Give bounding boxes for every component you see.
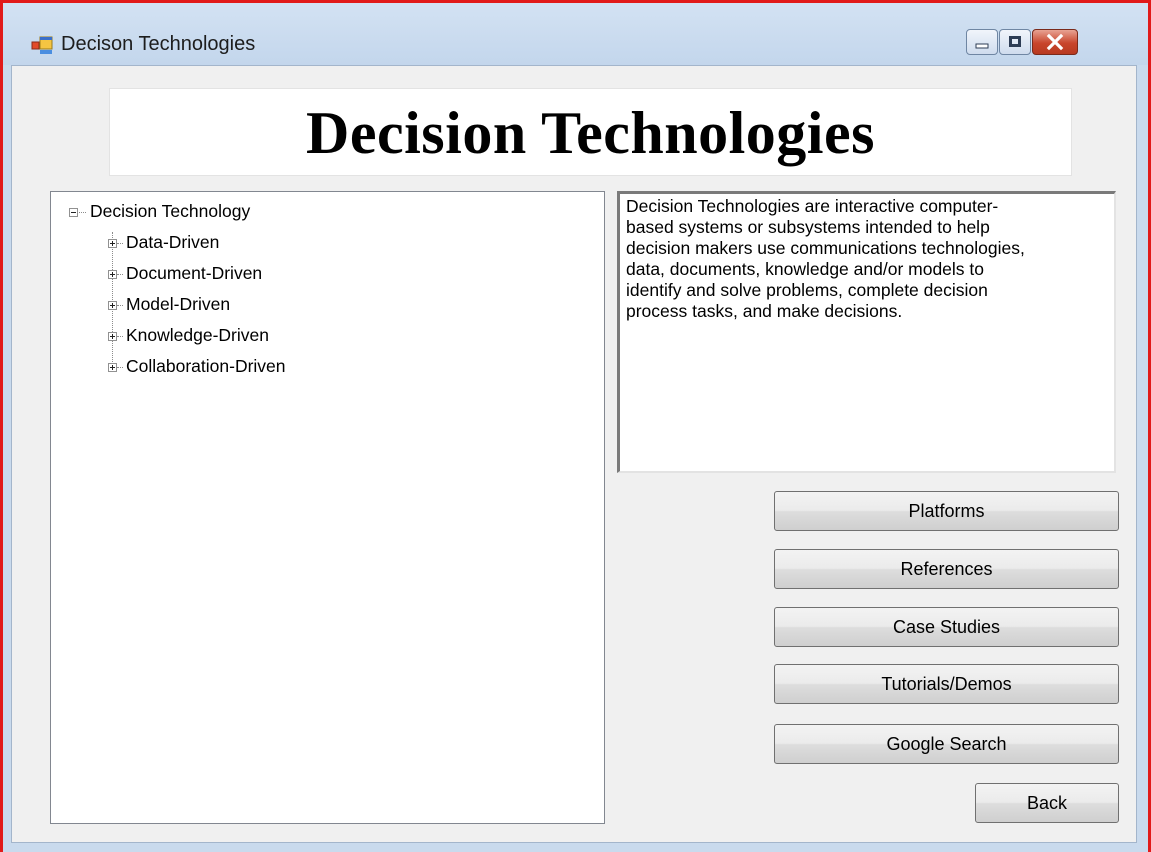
title-bar[interactable]: Decison Technologies bbox=[3, 3, 1148, 65]
form-client-area: Decision Technologies Decision Technolog… bbox=[11, 65, 1137, 843]
plus-box-icon-stem bbox=[112, 272, 113, 277]
expand-toggle-document-driven[interactable] bbox=[108, 270, 117, 279]
close-button[interactable] bbox=[1032, 29, 1078, 55]
maximize-icon bbox=[1009, 36, 1021, 47]
tutorials-demos-button[interactable]: Tutorials/Demos bbox=[774, 664, 1119, 704]
close-icon bbox=[1046, 33, 1064, 51]
window-title: Decison Technologies bbox=[61, 33, 256, 55]
tree-node-data-driven[interactable]: Data-Driven bbox=[126, 232, 219, 253]
tree-child-connector bbox=[117, 336, 123, 337]
description-line: data, documents, knowledge and/or models… bbox=[626, 259, 984, 279]
tree-child-connector bbox=[117, 367, 123, 368]
minus-box-icon bbox=[71, 212, 76, 213]
plus-box-icon-stem bbox=[112, 303, 113, 308]
app-window: Decison Technologies Decision Technologi… bbox=[0, 0, 1151, 852]
expand-toggle-data-driven[interactable] bbox=[108, 239, 117, 248]
google-search-button[interactable]: Google Search bbox=[774, 724, 1119, 764]
description-textbox[interactable]: Decision Technologies are interactive co… bbox=[617, 191, 1116, 473]
plus-box-icon-stem bbox=[112, 334, 113, 339]
tree-node-decision-technology[interactable]: Decision Technology bbox=[90, 201, 250, 222]
tree-node-collaboration-driven[interactable]: Collaboration-Driven bbox=[126, 356, 286, 377]
tree-vertical-connector bbox=[112, 232, 113, 368]
expand-toggle-collaboration-driven[interactable] bbox=[108, 363, 117, 372]
references-button[interactable]: References bbox=[774, 549, 1119, 589]
app-window-icon bbox=[31, 36, 53, 54]
plus-box-icon-stem bbox=[112, 365, 113, 370]
tree-root-connector bbox=[77, 212, 86, 213]
tree-node-knowledge-driven[interactable]: Knowledge-Driven bbox=[126, 325, 269, 346]
tree-child-connector bbox=[117, 305, 123, 306]
description-line: Decision Technologies are interactive co… bbox=[626, 196, 999, 216]
back-button[interactable]: Back bbox=[975, 783, 1119, 823]
expand-toggle-model-driven[interactable] bbox=[108, 301, 117, 310]
case-studies-button[interactable]: Case Studies bbox=[774, 607, 1119, 647]
tree-child-connector bbox=[117, 274, 123, 275]
description-line: identify and solve problems, complete de… bbox=[626, 280, 988, 300]
maximize-button[interactable] bbox=[999, 29, 1031, 55]
description-line: based systems or subsystems intended to … bbox=[626, 217, 990, 237]
header-banner: Decision Technologies bbox=[109, 88, 1072, 176]
platforms-button[interactable]: Platforms bbox=[774, 491, 1119, 531]
collapse-toggle-root[interactable] bbox=[69, 208, 78, 217]
tree-child-connector bbox=[117, 243, 123, 244]
description-line: process tasks, and make decisions. bbox=[626, 301, 903, 321]
tree-node-document-driven[interactable]: Document-Driven bbox=[126, 263, 262, 284]
description-line: decision makers use communications techn… bbox=[626, 238, 1025, 258]
minimize-button[interactable] bbox=[966, 29, 998, 55]
technology-tree[interactable]: Decision Technology Data-Driven Document… bbox=[50, 191, 605, 824]
expand-toggle-knowledge-driven[interactable] bbox=[108, 332, 117, 341]
plus-box-icon-stem bbox=[112, 241, 113, 246]
tree-node-model-driven[interactable]: Model-Driven bbox=[126, 294, 230, 315]
banner-title: Decision Technologies bbox=[306, 100, 875, 166]
minimize-icon bbox=[975, 43, 989, 49]
